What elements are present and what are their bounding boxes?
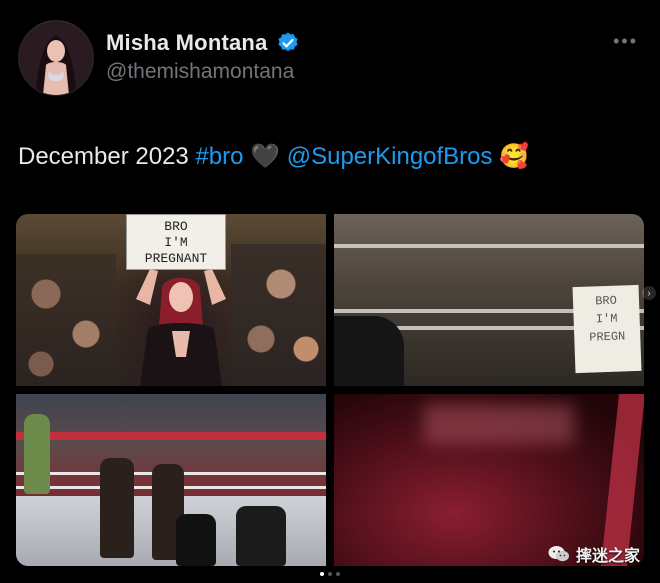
woman-figure xyxy=(136,269,226,386)
post: Misha Montana @themishamontana ••• Decem… xyxy=(0,0,660,583)
watermark: 摔迷之家 xyxy=(548,542,640,566)
wrestler-figure xyxy=(100,458,134,558)
verified-badge-icon xyxy=(276,31,300,55)
display-name[interactable]: Misha Montana xyxy=(106,30,268,56)
camera-operator-figure xyxy=(236,506,286,566)
pregnant-sign: BRO I'M PREGNANT xyxy=(126,214,226,270)
pregnant-sign: BRO I'M PREGN xyxy=(572,284,642,374)
pagination-dot[interactable] xyxy=(328,572,332,576)
smiling-hearts-emoji: 🥰 xyxy=(499,143,530,170)
avatar-image xyxy=(19,21,93,95)
more-options-icon[interactable]: ••• xyxy=(613,32,638,50)
media-photo-1[interactable]: BRO I'M PREGNANT xyxy=(16,214,326,386)
mention-link[interactable]: @SuperKingofBros xyxy=(287,143,493,170)
author-handle[interactable]: @themishamontana xyxy=(106,60,294,84)
media-photo-4[interactable] xyxy=(334,394,644,566)
carousel-next-icon[interactable]: › xyxy=(642,286,656,300)
ring-rope xyxy=(334,244,644,248)
post-text: December 2023 #bro 🖤 @SuperKingofBros 🥰 xyxy=(18,142,529,171)
wrestler-figure xyxy=(24,414,50,494)
crowd-left xyxy=(16,254,116,386)
light-streak xyxy=(600,394,644,566)
media-photo-3[interactable] xyxy=(16,394,326,566)
hashtag-link[interactable]: #bro xyxy=(195,143,243,170)
ring-post xyxy=(334,316,404,386)
pagination-dot[interactable] xyxy=(336,572,340,576)
arena-led-board xyxy=(16,432,326,440)
carousel-pagination xyxy=(320,572,340,576)
watermark-text: 摔迷之家 xyxy=(575,548,640,565)
post-text-prefix: December 2023 xyxy=(18,143,196,170)
wechat-icon xyxy=(548,546,569,562)
media-grid: BRO I'M PREGNANT BRO I'M PREGN xyxy=(16,214,644,566)
avatar[interactable] xyxy=(18,20,94,96)
referee-figure xyxy=(176,514,216,566)
pagination-dot[interactable] xyxy=(320,572,324,576)
light-haze xyxy=(424,404,574,444)
crowd-right xyxy=(231,244,326,386)
author-name-row: Misha Montana xyxy=(106,30,300,56)
media-photo-2[interactable]: BRO I'M PREGN xyxy=(334,214,644,386)
black-heart-emoji: 🖤 xyxy=(250,143,281,170)
